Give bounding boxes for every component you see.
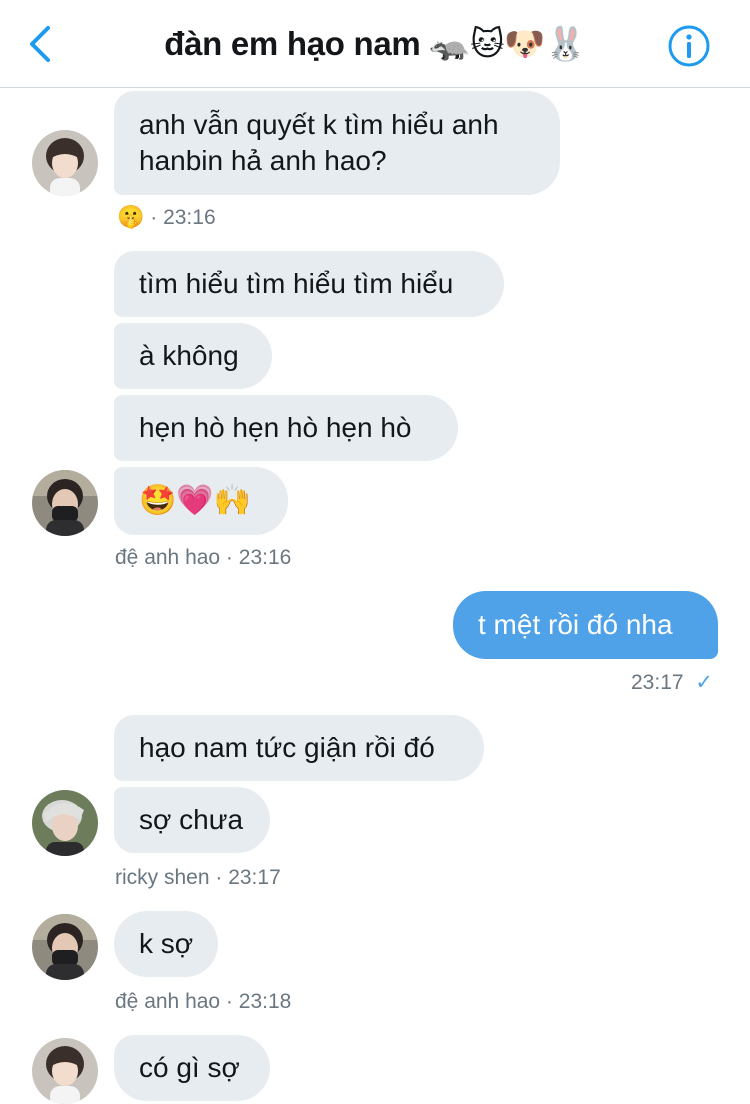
avatar-photo — [32, 790, 98, 856]
avatar[interactable] — [32, 130, 98, 196]
message-text: hẹn hò hẹn hò hẹn hò — [139, 412, 412, 443]
message-bubble[interactable]: hẹn hò hẹn hò hẹn hò — [114, 395, 458, 461]
read-check-icon: ✓ — [695, 671, 714, 694]
message-thread[interactable]: anh vẫn quyết k tìm hiểu anh hanbin hả a… — [0, 88, 750, 1104]
timestamp: · 23:16 — [150, 206, 216, 229]
timestamp: 23:17 — [631, 671, 684, 694]
reaction-emoji[interactable]: 🤫 — [117, 204, 144, 229]
message-text: anh vẫn quyết k tìm hiểu anh hanbin hả a… — [139, 109, 499, 176]
message-meta: 🤫 · 23:16 — [117, 204, 216, 230]
sent-meta: 23:17 ✓ — [631, 670, 713, 695]
sender-timestamp: đệ anh hao · 23:18 — [115, 990, 292, 1013]
message-bubble[interactable]: 🤩💗🙌 — [114, 467, 288, 535]
avatar-photo — [32, 130, 98, 196]
message-text: hạo nam tức giận rồi đó — [139, 732, 435, 763]
message-text: à không — [139, 340, 239, 371]
message-bubble[interactable]: sợ chưa — [114, 787, 270, 853]
message-bubble[interactable]: k sợ — [114, 911, 218, 977]
sender-timestamp: ricky shen · 23:17 — [115, 866, 281, 889]
message-text: k sợ — [139, 928, 194, 959]
message-bubble[interactable]: hạo nam tức giận rồi đó — [114, 715, 484, 781]
avatar-photo — [32, 914, 98, 980]
sender-timestamp: đệ anh hao · 23:16 — [115, 546, 292, 569]
message-bubble[interactable]: anh vẫn quyết k tìm hiểu anh hanbin hả a… — [114, 91, 560, 195]
message-bubble[interactable]: tìm hiểu tìm hiểu tìm hiểu — [114, 251, 504, 317]
avatar[interactable] — [32, 790, 98, 856]
message-bubble[interactable]: có gì sợ — [114, 1035, 270, 1101]
avatar[interactable] — [32, 470, 98, 536]
info-icon[interactable] — [668, 25, 710, 67]
sent-message-bubble[interactable]: t mệt rồi đó nha — [453, 591, 718, 659]
message-text: có gì sợ — [139, 1052, 240, 1083]
conversation-header: đàn em hạo nam 🦡🐱🐶🐰 — [0, 0, 750, 88]
message-text: tìm hiểu tìm hiểu tìm hiểu — [139, 268, 454, 299]
conversation-title[interactable]: đàn em hạo nam 🦡🐱🐶🐰 — [0, 24, 750, 64]
avatar-photo — [32, 470, 98, 536]
message-text: t mệt rồi đó nha — [478, 609, 673, 640]
message-bubble[interactable]: à không — [114, 323, 272, 389]
avatar[interactable] — [32, 1038, 98, 1104]
avatar[interactable] — [32, 914, 98, 980]
emoji-message: 🤩💗🙌 — [139, 484, 252, 517]
message-text: sợ chưa — [139, 804, 244, 835]
avatar-photo — [32, 1038, 98, 1104]
